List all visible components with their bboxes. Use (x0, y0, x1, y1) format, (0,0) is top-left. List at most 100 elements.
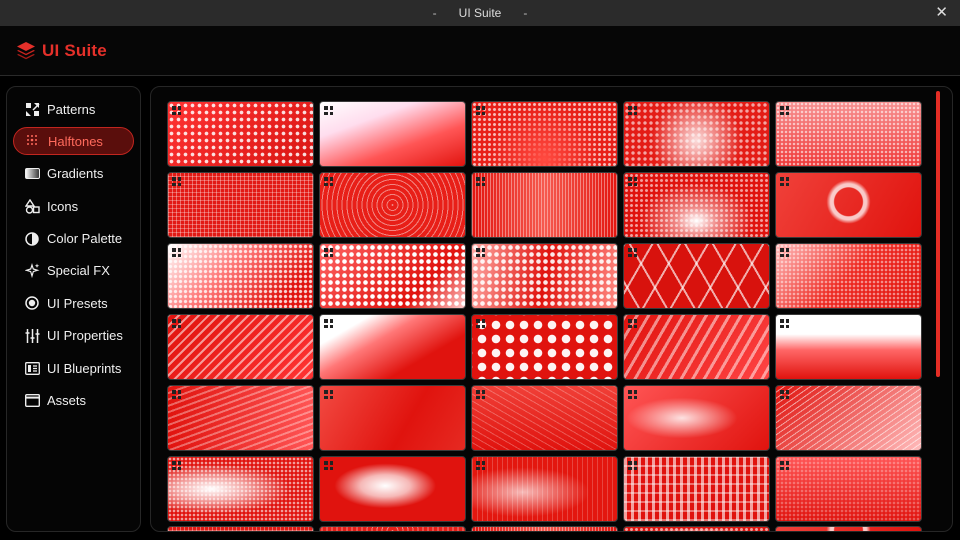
halftone-thumbnail[interactable] (775, 243, 922, 309)
sidebar-item-label: Special FX (47, 263, 110, 279)
sliders-icon (24, 328, 40, 344)
grid-badge-icon (628, 319, 637, 328)
grid-badge-icon (476, 319, 485, 328)
halftone-thumbnail[interactable] (471, 101, 618, 167)
halftone-thumbnail[interactable] (167, 314, 314, 380)
halftone-thumbnail-partial[interactable] (471, 526, 618, 531)
app-header: UI Suite (0, 26, 960, 76)
halftone-thumbnail-partial[interactable] (775, 526, 922, 531)
grid-badge-icon (324, 390, 333, 399)
grid-badge-icon (780, 106, 789, 115)
sidebar-item-patterns[interactable]: Patterns (13, 95, 134, 123)
sidebar-item-halftones[interactable]: Halftones (13, 127, 134, 156)
sidebar-item-ui-presets[interactable]: UI Presets (13, 289, 134, 317)
grid-badge-icon (780, 461, 789, 470)
sparkle-icon (24, 263, 40, 279)
halftone-thumbnail[interactable] (623, 456, 770, 522)
sidebar-item-assets[interactable]: Assets (13, 387, 134, 415)
grid-badge-icon (476, 390, 485, 399)
sidebar-item-ui-blueprints[interactable]: UI Blueprints (13, 354, 134, 382)
grid-badge-icon (628, 248, 637, 257)
gradients-icon (24, 166, 40, 182)
blueprint-icon (24, 360, 40, 376)
halftone-thumbnail[interactable] (623, 243, 770, 309)
halftone-thumbnail[interactable] (775, 101, 922, 167)
halftone-thumbnail[interactable] (167, 385, 314, 451)
sidebar-item-label: Patterns (47, 101, 96, 117)
halftone-thumbnail[interactable] (319, 314, 466, 380)
grid-badge-icon (780, 177, 789, 186)
halftones-icon (25, 133, 41, 149)
thumbnail-grid (167, 101, 925, 522)
halftone-thumbnail[interactable] (319, 172, 466, 238)
sidebar-item-label: UI Presets (47, 295, 108, 311)
sidebar-item-label: Color Palette (47, 231, 123, 247)
sidebar-item-gradients[interactable]: Gradients (13, 160, 134, 188)
halftone-thumbnail[interactable] (167, 456, 314, 522)
title-dash-left: - (432, 6, 437, 20)
grid-badge-icon (324, 248, 333, 257)
sidebar-item-icons[interactable]: Icons (13, 192, 134, 220)
grid-badge-icon (324, 319, 333, 328)
grid-badge-icon (324, 461, 333, 470)
window-titlebar: - UI Suite - ✕ (0, 0, 960, 26)
grid-badge-icon (628, 390, 637, 399)
halftone-thumbnail[interactable] (623, 172, 770, 238)
grid-badge-icon (476, 461, 485, 470)
halftone-thumbnail-partial[interactable] (319, 526, 466, 531)
gallery-scrollbar-thumb[interactable] (936, 91, 940, 377)
halftone-thumbnail[interactable] (167, 243, 314, 309)
sidebar-item-label: Gradients (47, 166, 104, 182)
halftones-gallery (150, 86, 953, 532)
halftone-thumbnail[interactable] (167, 172, 314, 238)
halftone-thumbnail[interactable] (471, 385, 618, 451)
halftone-thumbnail[interactable] (623, 314, 770, 380)
sidebar: Patterns Halftones Gradients Icons Color… (6, 86, 141, 532)
halftone-thumbnail[interactable] (775, 172, 922, 238)
grid-badge-icon (476, 106, 485, 115)
window-title: UI Suite (458, 6, 502, 20)
sidebar-item-label: Icons (47, 198, 79, 214)
grid-badge-icon (780, 390, 789, 399)
window-icon (24, 393, 40, 409)
sidebar-item-label: Halftones (48, 133, 103, 149)
sidebar-item-label: Assets (47, 393, 87, 409)
halftone-thumbnail-partial[interactable] (167, 526, 314, 531)
halftone-thumbnail[interactable] (471, 314, 618, 380)
halftone-thumbnail[interactable] (471, 243, 618, 309)
halftone-thumbnail[interactable] (623, 101, 770, 167)
grid-badge-icon (172, 177, 181, 186)
grid-badge-icon (172, 106, 181, 115)
grid-badge-icon (324, 177, 333, 186)
grid-badge-icon (324, 106, 333, 115)
grid-badge-icon (476, 248, 485, 257)
grid-badge-icon (172, 248, 181, 257)
grid-badge-icon (780, 248, 789, 257)
halftone-thumbnail-partial[interactable] (623, 526, 770, 531)
halftone-thumbnail[interactable] (471, 456, 618, 522)
sidebar-item-special-fx[interactable]: Special FX (13, 257, 134, 285)
halftone-thumbnail[interactable] (471, 172, 618, 238)
halftone-thumbnail[interactable] (775, 314, 922, 380)
grid-badge-icon (476, 177, 485, 186)
sidebar-item-label: UI Properties (47, 328, 123, 344)
halftone-thumbnail[interactable] (775, 385, 922, 451)
app-logo[interactable]: UI Suite (16, 41, 107, 61)
grid-badge-icon (628, 177, 637, 186)
sidebar-item-color-palette[interactable]: Color Palette (13, 225, 134, 253)
close-icon[interactable]: ✕ (935, 4, 948, 22)
layers-logo-icon (17, 41, 35, 59)
app-logo-text: UI Suite (42, 40, 107, 60)
grid-badge-icon (172, 461, 181, 470)
shapes-icon (24, 198, 40, 214)
sidebar-item-ui-properties[interactable]: UI Properties (13, 322, 134, 350)
halftone-thumbnail[interactable] (319, 456, 466, 522)
grid-badge-icon (628, 461, 637, 470)
halftone-thumbnail[interactable] (775, 456, 922, 522)
halftone-thumbnail[interactable] (319, 243, 466, 309)
halftone-thumbnail[interactable] (623, 385, 770, 451)
halftone-thumbnail[interactable] (319, 385, 466, 451)
title-dash-right: - (523, 6, 528, 20)
halftone-thumbnail[interactable] (167, 101, 314, 167)
halftone-thumbnail[interactable] (319, 101, 466, 167)
